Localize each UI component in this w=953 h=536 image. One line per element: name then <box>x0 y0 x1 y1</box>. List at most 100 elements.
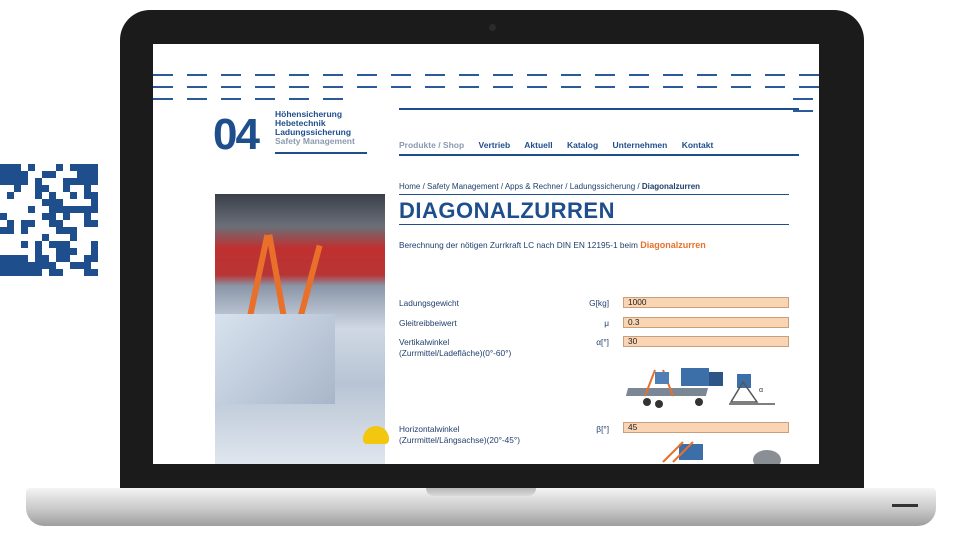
qr-module <box>21 220 28 227</box>
qr-module <box>42 234 49 241</box>
qr-module <box>7 178 14 185</box>
label-gleitreibbeiwert: Gleitreibbeiwert <box>399 318 457 328</box>
qr-module <box>84 255 91 262</box>
qr-module <box>0 213 7 220</box>
nav-item-produkte[interactable]: Produkte / Shop <box>399 140 464 150</box>
qr-module <box>42 185 49 192</box>
qr-module <box>35 241 42 248</box>
qr-module <box>63 248 70 255</box>
label-vertikalwinkel-line1: Vertikalwinkel <box>399 337 450 347</box>
page-title: DIAGONALZURREN <box>399 198 615 223</box>
qr-module <box>56 206 63 213</box>
qr-module <box>14 269 21 276</box>
logo-subline: Safety Management <box>275 136 355 146</box>
qr-module <box>42 213 49 220</box>
qr-module <box>84 220 91 227</box>
qr-module <box>14 255 21 262</box>
qr-module <box>7 255 14 262</box>
qr-module <box>84 213 91 220</box>
qr-module <box>14 262 21 269</box>
description-highlight: Diagonalzurren <box>640 240 706 250</box>
qr-module <box>77 262 84 269</box>
qr-module <box>84 206 91 213</box>
qr-module <box>0 269 7 276</box>
qr-module <box>0 171 7 178</box>
qr-module <box>14 171 21 178</box>
qr-module <box>14 185 21 192</box>
input-gleitreibbeiwert[interactable]: 0.3 <box>623 317 789 328</box>
photo-helmet <box>363 426 389 444</box>
unit-ladungsgewicht: G[kg] <box>589 298 609 308</box>
unit-horizontalwinkel: β[°] <box>596 424 609 434</box>
unit-vertikalwinkel: α[°] <box>596 337 609 347</box>
qr-module <box>91 178 98 185</box>
nav-item-vertrieb[interactable]: Vertrieb <box>479 140 511 150</box>
nav-item-aktuell[interactable]: Aktuell <box>524 140 552 150</box>
qr-code <box>0 164 98 276</box>
qr-module <box>91 248 98 255</box>
qr-module <box>35 192 42 199</box>
qr-module <box>84 171 91 178</box>
nav-item-unternehmen[interactable]: Unternehmen <box>613 140 668 150</box>
qr-module <box>49 199 56 206</box>
description-text: Berechnung der nötigen Zurrkraft LC nach… <box>399 240 641 250</box>
qr-module <box>0 255 7 262</box>
label-horizontalwinkel: Horizontalwinkel (Zurrmittel/Längsachse)… <box>399 424 520 446</box>
qr-module <box>84 269 91 276</box>
qr-module <box>49 192 56 199</box>
qr-module <box>84 164 91 171</box>
input-vertikalwinkel[interactable]: 30 <box>623 336 789 347</box>
laptop-base <box>26 488 936 526</box>
input-horizontalwinkel[interactable]: 45 <box>623 422 789 433</box>
deco-dashes-1 <box>153 74 819 76</box>
label-horizontalwinkel-line2: (Zurrmittel/Längsachse)(20°-45°) <box>399 435 520 445</box>
qr-module <box>21 269 28 276</box>
qr-module <box>70 206 77 213</box>
qr-module <box>21 171 28 178</box>
qr-module <box>70 164 77 171</box>
breadcrumb-path[interactable]: Home / Safety Management / Apps & Rechne… <box>399 182 642 191</box>
main-nav: Produkte / Shop Vertrieb Aktuell Katalog… <box>399 140 725 150</box>
qr-module <box>56 269 63 276</box>
nav-bottom-line <box>399 154 799 156</box>
logo-divider <box>275 152 367 154</box>
nav-item-katalog[interactable]: Katalog <box>567 140 598 150</box>
qr-module <box>63 227 70 234</box>
qr-module <box>49 220 56 227</box>
qr-module <box>91 255 98 262</box>
qr-module <box>49 213 56 220</box>
logo-text: Höhensicherung Hebetechnik Ladungssicher… <box>275 110 355 146</box>
qr-module <box>49 241 56 248</box>
qr-module <box>77 206 84 213</box>
qr-module <box>14 178 21 185</box>
qr-module <box>21 262 28 269</box>
qr-module <box>56 199 63 206</box>
photo-load <box>215 314 335 404</box>
page-description: Berechnung der nötigen Zurrkraft LC nach… <box>399 240 706 250</box>
qr-module <box>84 178 91 185</box>
qr-module <box>35 248 42 255</box>
title-line <box>399 224 789 225</box>
qr-module <box>35 178 42 185</box>
qr-module <box>70 178 77 185</box>
qr-module <box>42 171 49 178</box>
qr-module <box>77 178 84 185</box>
truck-diagram-horizontal <box>662 441 781 464</box>
crane-photo <box>215 194 389 464</box>
qr-module <box>14 164 21 171</box>
qr-module <box>56 255 63 262</box>
qr-module <box>28 269 35 276</box>
qr-module <box>63 213 70 220</box>
label-vertikalwinkel-line2: (Zurrmittel/Ladefläche)(0°-60°) <box>399 348 512 358</box>
nav-item-kontakt[interactable]: Kontakt <box>682 140 714 150</box>
logo-number[interactable]: 04 <box>213 110 260 160</box>
input-ladungsgewicht[interactable]: 1000 <box>623 297 789 308</box>
qr-module <box>63 241 70 248</box>
qr-module <box>84 262 91 269</box>
qr-module <box>21 227 28 234</box>
qr-module <box>63 206 70 213</box>
qr-module <box>7 262 14 269</box>
qr-module <box>77 171 84 178</box>
label-ladungsgewicht: Ladungsgewicht <box>399 298 459 308</box>
qr-module <box>63 255 70 262</box>
